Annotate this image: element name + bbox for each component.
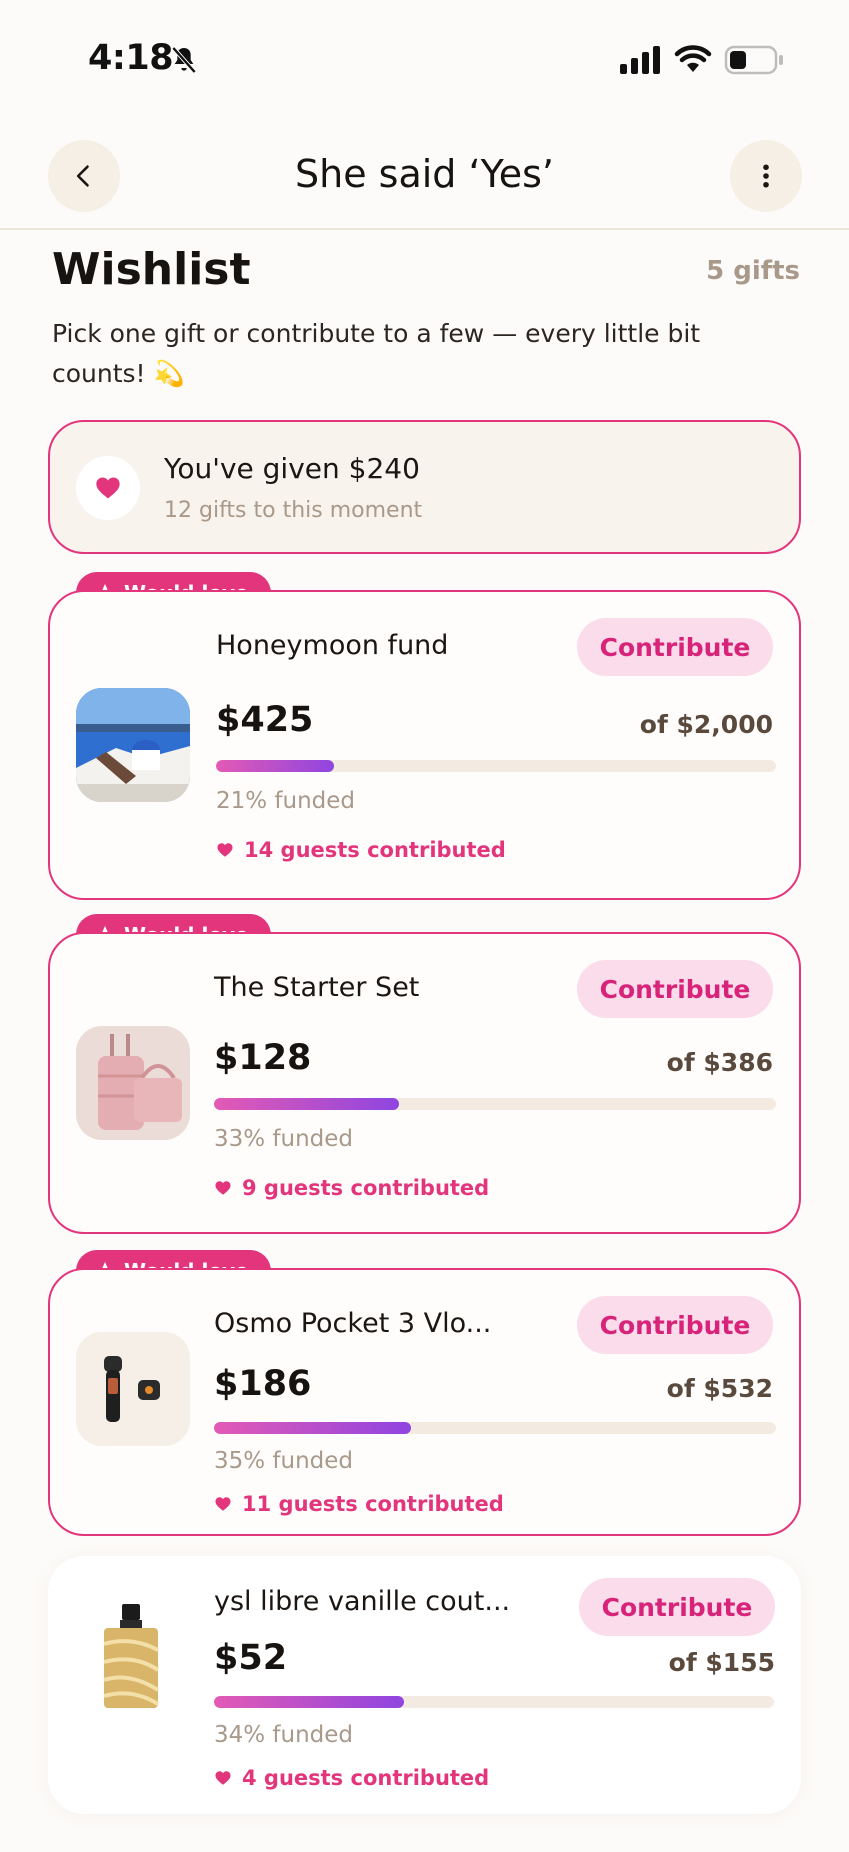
gift-amount: $186 xyxy=(214,1364,312,1404)
funding-progress-bar xyxy=(214,1098,776,1110)
guests-label: 14 guests contributed xyxy=(244,838,506,862)
given-heart-badge xyxy=(76,456,140,520)
heart-icon xyxy=(96,477,120,499)
santorini-photo xyxy=(76,688,190,802)
gift-amount: $128 xyxy=(214,1038,312,1078)
gift-amount: $52 xyxy=(214,1638,288,1678)
guests-label: 9 guests contributed xyxy=(242,1176,490,1200)
more-vertical-icon xyxy=(763,164,769,188)
funding-progress-bar xyxy=(214,1422,776,1434)
perfume-bottle-photo xyxy=(74,1600,188,1714)
more-options-button[interactable] xyxy=(730,140,802,212)
funding-progress-fill xyxy=(214,1422,411,1434)
gift-card-ysl-libre[interactable]: ysl libre vanille cout... Contribute $52… xyxy=(48,1556,801,1814)
status-bar: 4:18 xyxy=(0,0,849,120)
funded-percent: 21% funded xyxy=(216,788,356,814)
wishlist-header: Wishlist 5 gifts xyxy=(52,244,800,295)
gift-name: Honeymoon fund xyxy=(216,630,449,661)
given-title: You've given $240 xyxy=(164,452,420,485)
contribute-button[interactable]: Contribute xyxy=(577,618,773,676)
funded-percent: 35% funded xyxy=(214,1448,354,1474)
heart-icon xyxy=(215,1181,231,1195)
pink-luggage-photo xyxy=(76,1026,190,1140)
wishlist-subtitle: Pick one gift or contribute to a few — e… xyxy=(52,319,701,388)
contribute-button[interactable]: Contribute xyxy=(579,1578,775,1636)
gift-image xyxy=(76,688,190,802)
gift-count: 5 gifts xyxy=(706,256,800,286)
gift-card-honeymoon[interactable]: Honeymoon fund Contribute $425 of $2,000… xyxy=(48,590,801,900)
gift-image xyxy=(74,1600,188,1714)
gift-image xyxy=(76,1332,190,1446)
guests-contributed: 11 guests contributed xyxy=(214,1492,504,1516)
wishlist-title: Wishlist xyxy=(52,244,251,295)
gift-name: Osmo Pocket 3 Vlo... xyxy=(214,1308,492,1339)
nav-header: She said ‘Yes’ xyxy=(0,130,849,230)
funding-progress-fill xyxy=(214,1696,405,1708)
heart-icon xyxy=(217,843,233,857)
gift-name: The Starter Set xyxy=(214,972,420,1003)
heart-icon xyxy=(215,1497,231,1511)
contribute-button[interactable]: Contribute xyxy=(577,1296,773,1354)
gift-card-osmo-pocket[interactable]: Osmo Pocket 3 Vlo... Contribute $186 of … xyxy=(48,1268,801,1536)
gift-card-starter-set[interactable]: The Starter Set Contribute $128 of $386 … xyxy=(48,932,801,1234)
given-subtitle: 12 gifts to this moment xyxy=(164,498,423,523)
bell-slash-icon xyxy=(171,46,197,74)
funding-progress-fill xyxy=(214,1098,400,1110)
status-time: 4:18 xyxy=(88,38,174,78)
signal-icon xyxy=(620,46,660,74)
gift-goal: of $532 xyxy=(666,1374,773,1403)
given-summary-card: You've given $240 12 gifts to this momen… xyxy=(48,420,801,554)
guests-contributed: 14 guests contributed xyxy=(216,838,506,862)
funding-progress-bar xyxy=(214,1696,774,1708)
gift-name: ysl libre vanille cout... xyxy=(214,1586,511,1617)
gift-amount: $425 xyxy=(216,700,314,740)
battery-icon xyxy=(724,45,783,75)
guests-contributed: 4 guests contributed xyxy=(214,1766,489,1790)
wifi-icon xyxy=(674,45,712,72)
gift-goal: of $386 xyxy=(666,1048,773,1077)
funding-progress-bar xyxy=(216,760,776,772)
gift-goal: of $155 xyxy=(668,1648,775,1677)
funded-percent: 34% funded xyxy=(214,1722,354,1748)
guests-label: 4 guests contributed xyxy=(242,1766,490,1790)
heart-icon xyxy=(215,1771,231,1785)
guests-label: 11 guests contributed xyxy=(242,1492,504,1516)
pocket-camera-photo xyxy=(76,1332,190,1446)
gift-goal: of $2,000 xyxy=(639,710,773,739)
funding-progress-fill xyxy=(216,760,334,772)
gift-image xyxy=(76,1026,190,1140)
funded-percent: 33% funded xyxy=(214,1126,354,1152)
guests-contributed: 9 guests contributed xyxy=(214,1176,489,1200)
page-title: She said ‘Yes’ xyxy=(294,152,554,196)
contribute-button[interactable]: Contribute xyxy=(577,960,773,1018)
